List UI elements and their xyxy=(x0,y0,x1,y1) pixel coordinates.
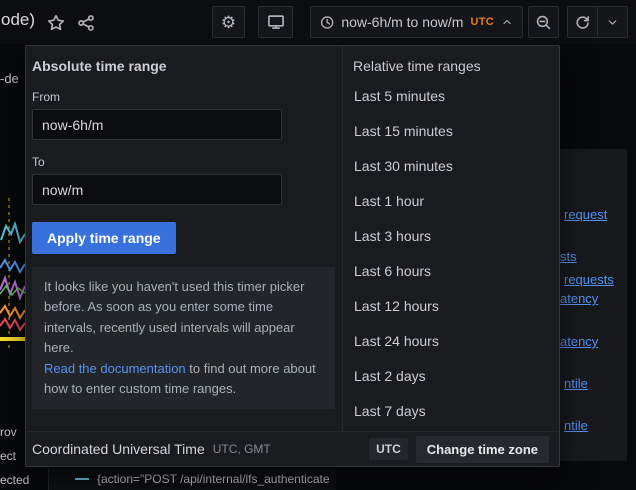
relative-time-ranges-section: Relative time ranges Last 5 minutesLast … xyxy=(342,46,559,431)
clipped-legend-label: ect xyxy=(0,449,16,463)
refresh-dashboard-button[interactable] xyxy=(568,7,598,37)
to-input[interactable] xyxy=(32,174,282,205)
background-link-fragment[interactable]: atency xyxy=(560,291,598,306)
from-label: From xyxy=(32,90,330,104)
dashboard-toolbar: ode) ⚙ now-6h/m to now/m UTC xyxy=(0,0,636,44)
read-documentation-link[interactable]: Read the documentation xyxy=(44,361,186,376)
background-link-fragment[interactable]: ntile xyxy=(564,418,588,433)
relative-range-option[interactable]: Last 5 minutes xyxy=(343,79,559,114)
to-label: To xyxy=(32,155,330,169)
clipped-breadcrumb-text: -de xyxy=(0,71,19,86)
relative-range-list: Last 5 minutesLast 15 minutesLast 30 min… xyxy=(343,79,559,429)
clipped-legend-label: ected xyxy=(0,473,29,487)
graph-legend-row: {action="POST /api/internal/lfs_authenti… xyxy=(48,468,336,490)
timeseries-graph-fragment xyxy=(0,198,25,348)
refresh-interval-dropdown[interactable] xyxy=(598,7,627,37)
relative-range-option[interactable]: Last 1 hour xyxy=(343,184,559,219)
background-link-fragment[interactable]: atency xyxy=(560,334,598,349)
relative-range-option[interactable]: Last 12 hours xyxy=(343,289,559,324)
share-dashboard-button[interactable] xyxy=(76,13,96,33)
legend-series-label[interactable]: {action="POST /api/internal/lfs_authenti… xyxy=(97,472,330,486)
refresh-icon xyxy=(574,14,591,31)
relative-range-option[interactable]: Last 3 hours xyxy=(343,219,559,254)
utc-badge: UTC xyxy=(369,438,408,460)
background-link-fragment[interactable]: ntile xyxy=(564,376,588,391)
relative-range-option[interactable]: Last 7 days xyxy=(343,394,559,429)
recent-ranges-info-box: It looks like you haven't used this time… xyxy=(32,267,335,409)
relative-range-option[interactable]: Last 2 days xyxy=(343,359,559,394)
change-time-zone-button[interactable]: Change time zone xyxy=(416,436,549,463)
dashboard-title-fragment: ode) xyxy=(1,10,35,30)
legend-series-swatch xyxy=(75,478,89,480)
refresh-split-button xyxy=(567,6,628,38)
background-link-fragment[interactable]: request xyxy=(564,207,607,222)
star-dashboard-button[interactable] xyxy=(46,13,66,33)
share-icon xyxy=(77,14,95,32)
relative-section-title: Relative time ranges xyxy=(343,46,559,79)
absolute-section-title: Absolute time range xyxy=(32,58,330,74)
clipped-legend-label: rov xyxy=(0,425,17,439)
time-zone-label: UTC xyxy=(470,16,494,28)
absolute-time-range-section: Absolute time range From To Apply time r… xyxy=(26,46,342,431)
relative-range-option[interactable]: Last 24 hours xyxy=(343,324,559,359)
gear-icon: ⚙ xyxy=(221,14,236,31)
relative-range-option[interactable]: Last 30 minutes xyxy=(343,149,559,184)
time-picker-dropdown: Absolute time range From To Apply time r… xyxy=(25,45,560,467)
background-link-fragment[interactable]: sts xyxy=(560,249,577,264)
dashboard-settings-button[interactable]: ⚙ xyxy=(212,6,245,38)
clock-icon xyxy=(320,15,334,30)
star-icon xyxy=(47,14,65,32)
zoom-out-icon xyxy=(535,14,552,31)
from-input[interactable] xyxy=(32,109,282,140)
relative-range-option[interactable]: Last 15 minutes xyxy=(343,114,559,149)
monitor-icon xyxy=(267,13,285,31)
background-panel: request sts requests atency atency ntile ntile xyxy=(560,149,627,461)
timezone-detail: UTC, GMT xyxy=(213,442,271,456)
zoom-out-time-button[interactable] xyxy=(528,6,559,38)
background-link-fragment[interactable]: requests xyxy=(564,272,614,287)
timezone-name: Coordinated Universal Time xyxy=(32,441,205,457)
apply-time-range-button[interactable]: Apply time range xyxy=(32,222,176,254)
relative-range-option[interactable]: Last 6 hours xyxy=(343,254,559,289)
cycle-view-mode-button[interactable] xyxy=(258,6,293,38)
time-zone-footer: Coordinated Universal Time UTC, GMT UTC … xyxy=(26,431,559,466)
time-range-picker-button[interactable]: now-6h/m to now/m UTC xyxy=(310,6,523,38)
info-text: It looks like you haven't used this time… xyxy=(44,279,304,355)
chevron-down-icon xyxy=(606,16,619,29)
time-range-label: now-6h/m to now/m xyxy=(341,14,463,30)
chevron-up-icon xyxy=(501,16,513,28)
